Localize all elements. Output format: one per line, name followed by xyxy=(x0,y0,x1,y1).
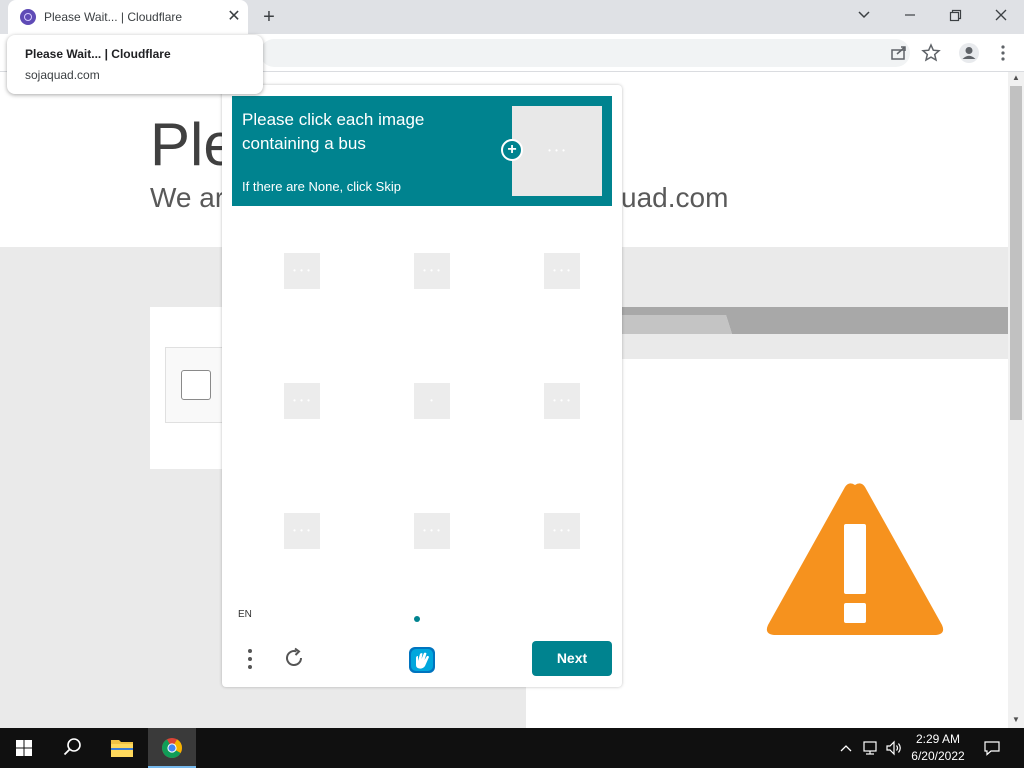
cell-image: • • • xyxy=(284,513,320,549)
loading-dots: • • • xyxy=(293,396,311,405)
refresh-challenge-icon[interactable] xyxy=(282,646,306,670)
image-cell-9[interactable]: • • • xyxy=(502,471,622,591)
image-cell-1[interactable]: • • • xyxy=(242,211,362,331)
cell-image: • • • xyxy=(284,253,320,289)
cell-image: • • • xyxy=(544,513,580,549)
cell-image: • • • xyxy=(544,383,580,419)
scrollbar-thumb[interactable] xyxy=(1010,86,1022,420)
cell-image: • • • xyxy=(544,253,580,289)
close-window-icon[interactable] xyxy=(988,4,1014,26)
image-cell-5[interactable]: • xyxy=(372,341,492,461)
loading-dots: • • • xyxy=(553,266,571,275)
tab-hover-card: Please Wait... | Cloudflare sojaquad.com xyxy=(7,35,263,94)
start-button[interactable] xyxy=(0,728,48,768)
share-icon[interactable] xyxy=(888,42,910,64)
more-options-icon[interactable] xyxy=(240,645,260,673)
volume-icon[interactable] xyxy=(884,738,904,758)
image-grid: • • • • • • • • • • • • • • • • • • • • … xyxy=(232,211,612,601)
image-cell-6[interactable]: • • • xyxy=(502,341,622,461)
profile-avatar-icon[interactable] xyxy=(958,42,980,64)
example-image[interactable]: • • • xyxy=(512,106,602,196)
loading-dots: • • • xyxy=(423,526,441,535)
loading-dots: • • • xyxy=(293,526,311,535)
hover-card-title: Please Wait... | Cloudflare xyxy=(25,47,171,61)
cell-image: • • • xyxy=(414,253,450,289)
notifications-icon[interactable] xyxy=(982,738,1002,758)
page-subheading-domain: uad.com xyxy=(621,182,729,213)
cell-image: • xyxy=(414,383,450,419)
address-bar[interactable] xyxy=(260,39,910,67)
windows-taskbar: 2:29 AM 6/20/2022 xyxy=(0,728,1024,768)
challenge-prompt: Please click each image containing a bus… xyxy=(232,96,612,206)
network-icon[interactable] xyxy=(861,738,881,758)
example-loading-dots: • • • xyxy=(548,146,566,155)
browser-tab[interactable]: Please Wait... | Cloudflare ✕ xyxy=(8,0,248,34)
hcaptcha-logo-icon[interactable] xyxy=(405,643,439,677)
hover-card-domain: sojaquad.com xyxy=(25,68,100,82)
expand-example-button[interactable]: + xyxy=(501,139,523,161)
human-checkbox[interactable] xyxy=(181,370,211,400)
challenge-skip-hint: If there are None, click Skip xyxy=(242,179,401,194)
scroll-up-arrow-icon[interactable]: ▲ xyxy=(1008,72,1024,84)
loading-dots: • • • xyxy=(553,396,571,405)
bookmark-star-icon[interactable] xyxy=(920,42,942,64)
tab-search-icon[interactable] xyxy=(851,4,877,26)
tab-strip: Please Wait... | Cloudflare ✕ + xyxy=(0,0,1024,34)
page-indicator-dot xyxy=(414,616,420,622)
image-cell-4[interactable]: • • • xyxy=(242,341,362,461)
cell-image: • • • xyxy=(284,383,320,419)
tab-close-icon[interactable]: ✕ xyxy=(224,7,244,27)
search-button[interactable] xyxy=(48,728,96,768)
warning-icon xyxy=(766,483,944,635)
loading-dots: • • • xyxy=(293,266,311,275)
image-cell-8[interactable]: • • • xyxy=(372,471,492,591)
chrome-taskbar-button[interactable] xyxy=(148,728,196,768)
chrome-icon xyxy=(162,738,182,758)
loading-dots: • • • xyxy=(423,266,441,275)
language-selector[interactable]: EN xyxy=(238,609,252,620)
cell-image: • • • xyxy=(414,513,450,549)
next-button[interactable]: Next xyxy=(532,641,612,676)
restore-icon[interactable] xyxy=(942,4,968,26)
image-cell-3[interactable]: • • • xyxy=(502,211,622,331)
new-tab-button[interactable]: + xyxy=(258,6,280,28)
cloudflare-favicon-icon xyxy=(20,9,36,25)
file-explorer-button[interactable] xyxy=(98,728,146,768)
search-icon xyxy=(63,738,81,756)
folder-icon xyxy=(111,740,133,757)
clock-time[interactable]: 2:29 AM xyxy=(905,732,971,746)
page-scrollbar[interactable]: ▲ ▼ xyxy=(1008,72,1024,728)
clock-date[interactable]: 6/20/2022 xyxy=(905,749,971,763)
minimize-icon[interactable] xyxy=(897,4,923,26)
loading-dots: • xyxy=(430,396,434,405)
windows-logo-icon xyxy=(16,740,32,756)
scroll-down-arrow-icon[interactable]: ▼ xyxy=(1008,714,1024,726)
browser-menu-icon[interactable] xyxy=(992,42,1014,64)
decorative-bar xyxy=(622,307,1008,334)
page-subheading: We ar xyxy=(150,182,225,213)
loading-dots: • • • xyxy=(553,526,571,535)
show-hidden-icons-icon[interactable] xyxy=(836,738,856,758)
challenge-prompt-text: Please click each image containing a bus xyxy=(242,110,425,153)
image-cell-2[interactable]: • • • xyxy=(372,211,492,331)
image-cell-7[interactable]: • • • xyxy=(242,471,362,591)
hcaptcha-challenge: Please click each image containing a bus… xyxy=(222,85,622,687)
tab-title: Please Wait... | Cloudflare xyxy=(44,10,183,24)
